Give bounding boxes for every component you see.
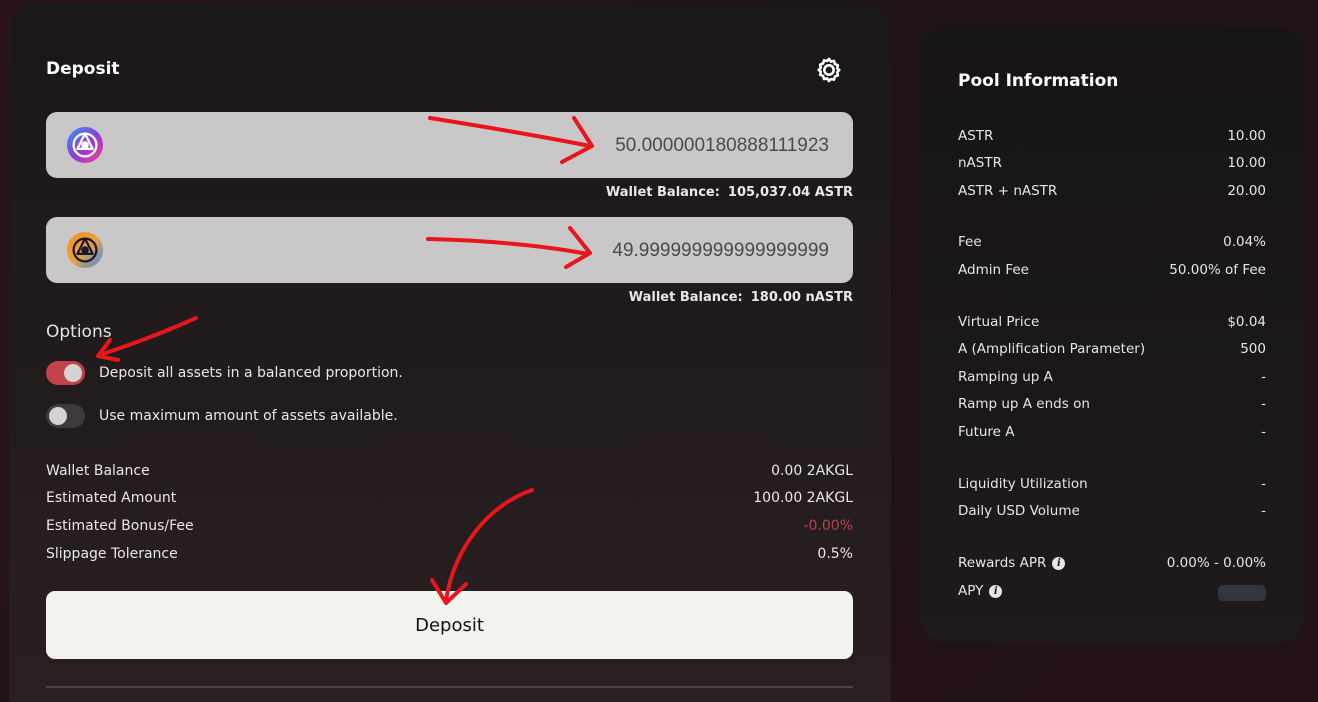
summary-value: 0.00 2AKGL (771, 463, 853, 479)
summary-slippage: Slippage Tolerance 0.5% (46, 546, 853, 566)
summary-value: 0.5% (817, 546, 853, 562)
max-amount-toggle[interactable] (46, 404, 85, 428)
nastr-amount-input[interactable] (269, 237, 829, 265)
nastr-token-icon (66, 231, 104, 269)
pool-row-apy: APY i (958, 583, 1266, 603)
pool-row-amplification: A (Amplification Parameter) 500 (958, 341, 1266, 361)
pool-row-value: - (1261, 503, 1266, 519)
summary-value: -0.00% (803, 518, 853, 534)
pool-row-nastr: nASTR 10.00 (958, 155, 1266, 175)
deposit-button[interactable]: Deposit (46, 591, 853, 659)
divider (46, 686, 853, 688)
pool-info-card: Pool Information ASTR 10.00 nASTR 10.00 AS… (920, 27, 1304, 643)
pool-row-label: A (Amplification Parameter) (958, 341, 1146, 357)
max-amount-label: Use maximum amount of assets available. (99, 408, 398, 424)
astr-amount-input[interactable] (269, 132, 829, 160)
pool-row-future-a: Future A - (958, 424, 1266, 444)
pool-row-value: 10.00 (1227, 128, 1266, 144)
pool-row-label: Ramp up A ends on (958, 396, 1090, 412)
astr-amount-box[interactable] (46, 112, 853, 178)
toggle-knob (64, 364, 82, 382)
balanced-proportion-label: Deposit all assets in a balanced proport… (99, 365, 403, 381)
summary-label: Slippage Tolerance (46, 546, 178, 562)
pool-row-label: ASTR (958, 128, 994, 144)
pool-info-title: Pool Information (958, 71, 1119, 91)
pool-row-value: 10.00 (1227, 155, 1266, 171)
wallet-balance-label: Wallet Balance: (605, 185, 720, 200)
pool-row-label: Future A (958, 424, 1015, 440)
astr-token-icon (66, 126, 104, 164)
pool-row-label: ASTR + nASTR (958, 183, 1058, 199)
nastr-wallet-balance: Wallet Balance: 180.00 nASTR (629, 290, 853, 305)
pool-row-label: Ramping up A (958, 369, 1053, 385)
pool-row-value: - (1261, 424, 1266, 440)
pool-row-value: 20.00 (1227, 183, 1266, 199)
pool-row-value: 500 (1240, 341, 1266, 357)
balanced-proportion-toggle[interactable] (46, 361, 85, 385)
pool-row-label: Fee (958, 234, 982, 250)
pool-row-rewards-apr: Rewards APR i 0.00% - 0.00% (958, 555, 1266, 575)
pool-row-total: ASTR + nASTR 20.00 (958, 183, 1266, 203)
toggle-knob (49, 407, 67, 425)
pool-row-admin-fee: Admin Fee 50.00% of Fee (958, 262, 1266, 282)
pool-row-ramp-ends: Ramp up A ends on - (958, 396, 1266, 416)
info-icon[interactable]: i (989, 585, 1003, 598)
pool-row-value: 50.00% of Fee (1169, 262, 1266, 278)
info-icon[interactable]: i (1052, 557, 1066, 570)
pool-row-fee: Fee 0.04% (958, 234, 1266, 254)
pool-row-value: 0.00% - 0.00% (1166, 555, 1266, 571)
pool-row-value: 0.04% (1223, 234, 1266, 250)
pool-row-label: APY (958, 583, 984, 599)
wallet-balance-value: 180.00 nASTR (750, 290, 853, 305)
pool-row-value: $0.04 (1227, 314, 1266, 330)
pool-row-value: - (1261, 476, 1266, 492)
pool-row-label: Admin Fee (958, 262, 1029, 278)
pool-row-ramping-up: Ramping up A - (958, 369, 1266, 389)
pool-row-label: Liquidity Utilization (958, 476, 1088, 492)
summary-bonus-fee: Estimated Bonus/Fee -0.00% (46, 518, 853, 538)
pool-row-label: Virtual Price (958, 314, 1040, 330)
pool-row-label: Daily USD Volume (958, 503, 1080, 519)
deposit-title: Deposit (46, 59, 120, 79)
pool-row-daily-volume: Daily USD Volume - (958, 503, 1266, 523)
gear-icon[interactable] (815, 56, 843, 84)
wallet-balance-label: Wallet Balance: (628, 290, 743, 305)
pool-row-liquidity-utilization: Liquidity Utilization - (958, 476, 1266, 496)
apy-loading-placeholder (1218, 585, 1266, 601)
summary-label: Wallet Balance (46, 463, 150, 479)
summary-label: Estimated Bonus/Fee (46, 518, 194, 534)
options-title: Options (46, 322, 112, 342)
wallet-balance-value: 105,037.04 ASTR (727, 185, 853, 200)
astr-wallet-balance: Wallet Balance: 105,037.04 ASTR (606, 185, 853, 200)
nastr-amount-box[interactable] (46, 217, 853, 283)
pool-row-virtual-price: Virtual Price $0.04 (958, 314, 1266, 334)
pool-row-value: - (1261, 369, 1266, 385)
summary-value: 100.00 2AKGL (753, 490, 853, 506)
pool-row-label: Rewards APR (958, 555, 1047, 571)
pool-row-value: - (1261, 396, 1266, 412)
summary-estimated-amount: Estimated Amount 100.00 2AKGL (46, 490, 853, 510)
pool-row-astr: ASTR 10.00 (958, 128, 1266, 148)
pool-row-label: nASTR (958, 155, 1002, 171)
summary-label: Estimated Amount (46, 490, 177, 506)
summary-wallet-balance: Wallet Balance 0.00 2AKGL (46, 463, 853, 483)
